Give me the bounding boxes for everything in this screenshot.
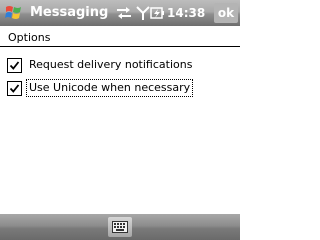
menu-bar	[0, 214, 240, 240]
title-bar: Messaging 14:38 ok	[0, 0, 240, 26]
options-header: Options	[8, 31, 51, 44]
delivery-notifications-label[interactable]: Request delivery notifications	[27, 57, 194, 73]
keyboard-icon	[112, 221, 128, 233]
checkmark-icon	[9, 84, 20, 93]
windows-flag-icon	[5, 6, 21, 19]
header-divider	[0, 46, 240, 47]
clock[interactable]: 14:38	[167, 5, 205, 21]
delivery-notifications-checkbox[interactable]	[7, 58, 22, 73]
ok-button[interactable]: ok	[214, 3, 238, 23]
start-menu-button[interactable]	[3, 3, 25, 23]
connectivity-icon[interactable]	[116, 5, 132, 21]
battery-icon[interactable]	[150, 5, 166, 21]
use-unicode-label[interactable]: Use Unicode when necessary	[25, 79, 194, 97]
signal-strength-icon[interactable]	[136, 5, 150, 21]
checkmark-icon	[9, 61, 20, 70]
input-panel-button[interactable]	[108, 217, 132, 237]
app-title: Messaging	[30, 5, 109, 20]
use-unicode-checkbox[interactable]	[7, 81, 22, 96]
